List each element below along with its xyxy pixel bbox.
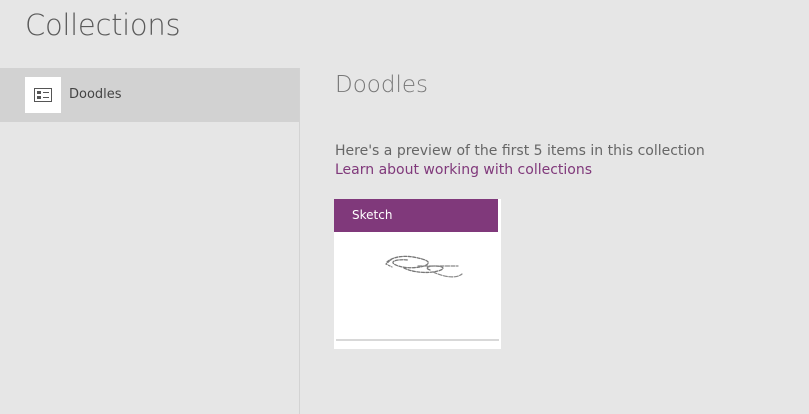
collection-icon	[25, 77, 61, 113]
card-header: Sketch	[334, 199, 501, 232]
sidebar-item-doodles[interactable]: Doodles	[0, 68, 299, 122]
collection-item-card[interactable]: Sketch	[334, 199, 501, 349]
card-label: Sketch	[352, 208, 393, 222]
sidebar-item-label: Doodles	[69, 87, 122, 102]
learn-collections-link[interactable]: Learn about working with collections	[335, 162, 592, 178]
collections-app: Collections Doodles Doodles Here's a pre…	[0, 0, 809, 414]
preview-description: Here's a preview of the first 5 items in…	[335, 143, 705, 159]
page-title: Collections	[25, 8, 181, 42]
sketch-drawing-icon	[334, 232, 501, 332]
collections-sidebar: Doodles	[0, 68, 300, 414]
collection-detail-title: Doodles	[335, 72, 428, 98]
card-divider	[336, 339, 499, 341]
